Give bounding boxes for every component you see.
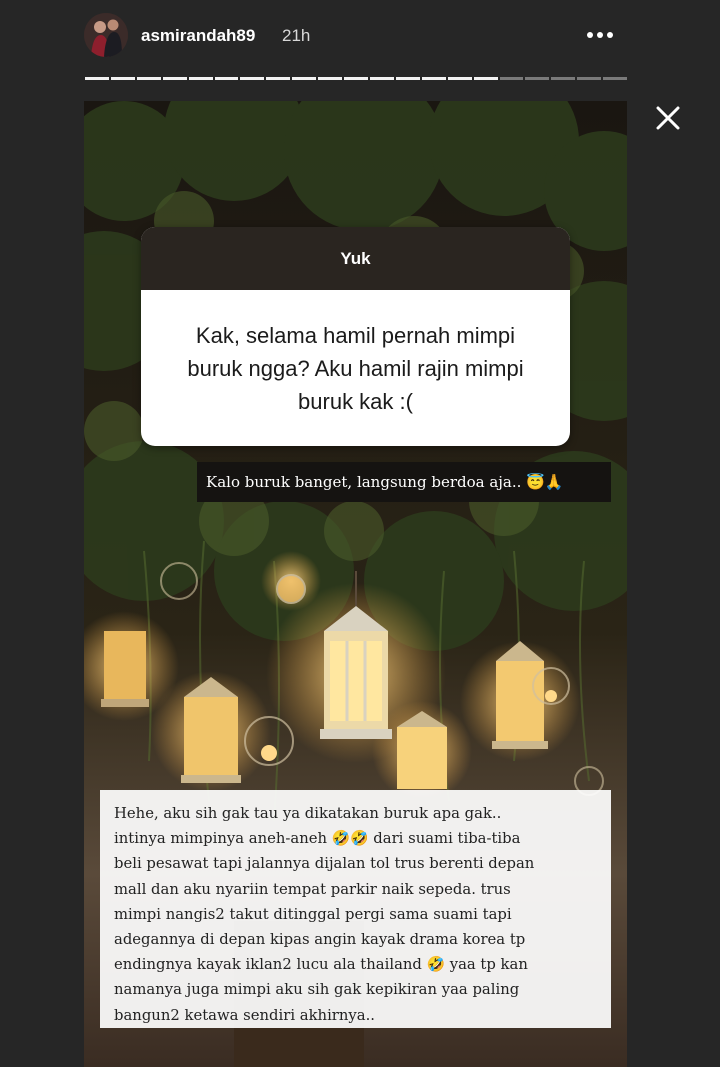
reply-line: intinya mimpinya aneh-aneh 🤣🤣 dari suami… (114, 830, 521, 848)
progress-segment (344, 77, 368, 80)
progress-segment (162, 77, 187, 80)
progress-segment (85, 77, 109, 80)
progress-segment (369, 77, 394, 80)
reply-line: Hehe, aku sih gak tau ya dikatakan buruk… (114, 805, 502, 822)
username[interactable]: asmirandah89 (141, 24, 255, 48)
progress-segment (266, 77, 291, 80)
reply-line: mimpi nangis2 takut ditinggal pergi sama… (114, 905, 512, 923)
progress-segment (447, 77, 472, 80)
reply-line: endingnya kayak iklan2 lucu ala thailand… (114, 956, 528, 974)
reply-line: mall dan aku nyariin tempat parkir naik … (114, 880, 511, 898)
reply-line: adegannya di depan kipas angin kayak dra… (114, 931, 526, 949)
more-options-button[interactable] (580, 20, 620, 50)
reply-line: beli pesawat tapi jalannya dijalan tol t… (114, 855, 535, 873)
question-sticker[interactable]: Yuk Kak, selama hamil pernah mimpi buruk… (141, 227, 570, 446)
question-text: Kak, selama hamil pernah mimpi buruk ngg… (187, 322, 524, 414)
progress-segment (395, 77, 420, 80)
progress-segment (214, 77, 239, 80)
progress-segment (473, 77, 498, 80)
progress-segment (240, 77, 265, 80)
progress-segment (499, 77, 524, 80)
progress-segment (577, 77, 602, 80)
progress-segment (551, 77, 576, 80)
progress-segment (292, 77, 317, 80)
avatar[interactable] (84, 13, 128, 57)
more-horizontal-icon (587, 32, 593, 38)
progress-segment (188, 77, 213, 80)
reply-line: namanya juga mimpi aku sih gak kepikiran… (114, 981, 520, 999)
story-header: asmirandah89 21h (0, 0, 720, 80)
progress-segment (421, 77, 446, 80)
question-prompt: Yuk (141, 227, 570, 290)
progress-segment (525, 77, 550, 80)
progress-segment (318, 77, 343, 80)
reply-text-box: Hehe, aku sih gak tau ya dikatakan buruk… (100, 790, 611, 1028)
story-progress-bar (85, 77, 628, 82)
reply-line: bangun2 ketawa sendiri akhirnya.. (114, 1006, 375, 1024)
close-button[interactable] (648, 98, 688, 138)
answer-caption: Kalo buruk banget, langsung berdoa aja..… (197, 462, 611, 502)
close-icon (656, 106, 680, 130)
timestamp: 21h (282, 26, 311, 45)
progress-segment (136, 77, 161, 80)
progress-segment (603, 77, 628, 80)
progress-segment (110, 77, 135, 80)
story-content[interactable]: Yuk Kak, selama hamil pernah mimpi buruk… (84, 101, 627, 1067)
